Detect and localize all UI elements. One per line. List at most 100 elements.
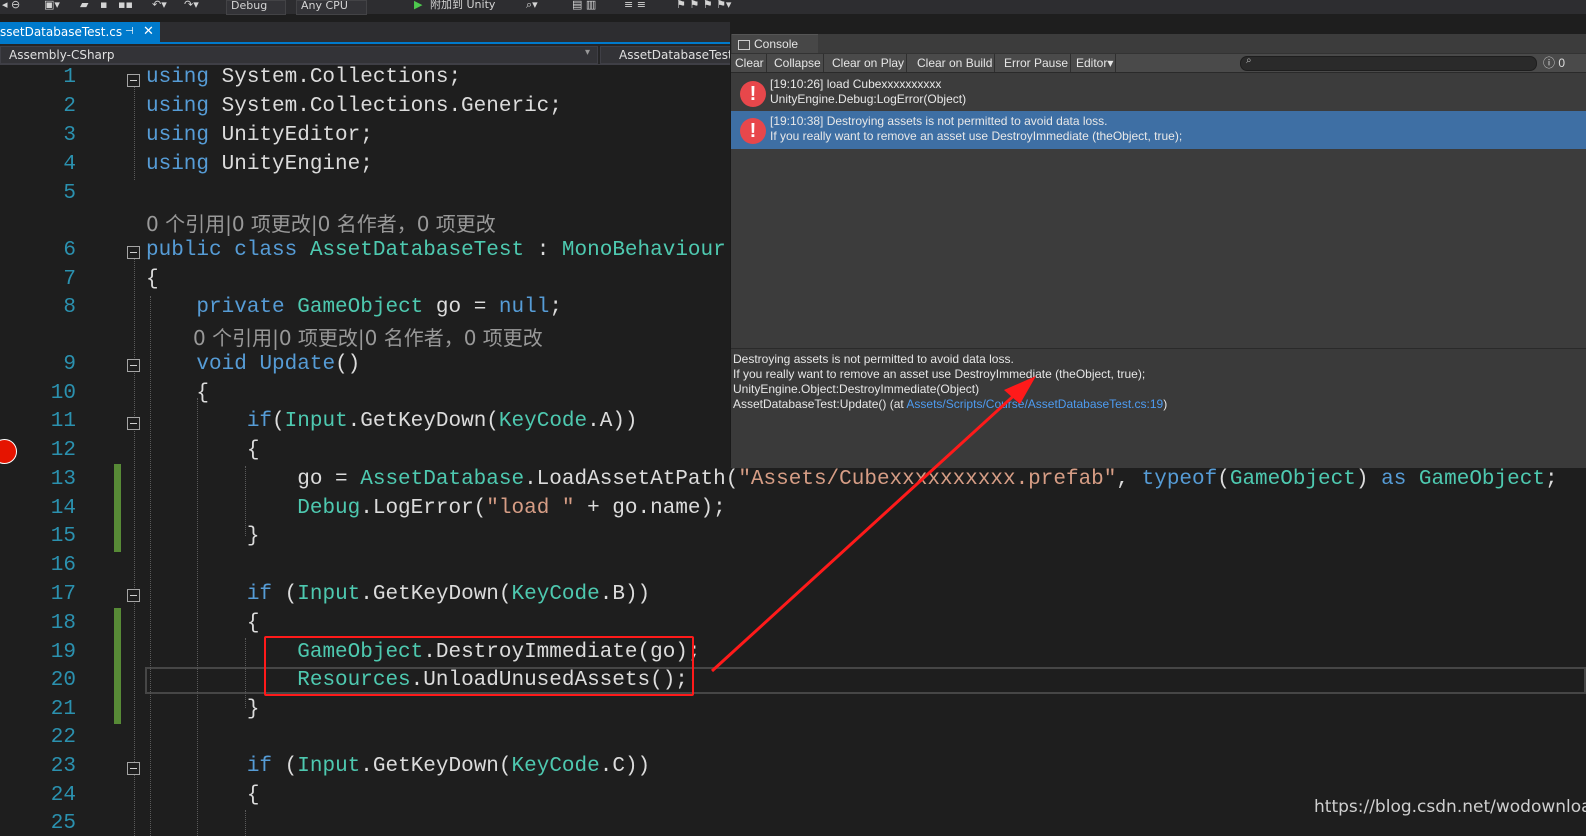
- close-icon[interactable]: ✕: [143, 22, 154, 42]
- line-number: 10: [50, 382, 76, 405]
- find-icon[interactable]: ⌕▾: [526, 0, 538, 13]
- codelens-info[interactable]: 0 个引用|0 项更改|0 名作者，0 项更改: [193, 322, 543, 351]
- error-pause-button[interactable]: Error Pause: [1002, 54, 1072, 72]
- collapse-icon[interactable]: [127, 589, 140, 602]
- code-line[interactable]: if(Input.GetKeyDown(KeyCode.A)): [146, 410, 638, 433]
- error-count-badge[interactable]: ⓘ 0: [1543, 54, 1565, 71]
- code-token: using: [146, 95, 210, 118]
- new-file-icon[interactable]: ▣▾: [44, 0, 60, 13]
- project-dropdown[interactable]: Assembly-CSharp ▾: [0, 46, 598, 64]
- code-token: if: [246, 583, 273, 606]
- class-scope-dropdown[interactable]: AssetDatabaseTest: [600, 46, 732, 64]
- collapse-icon[interactable]: [127, 762, 140, 775]
- save-icon[interactable]: ▪: [100, 0, 107, 13]
- play-icon[interactable]: ▶: [414, 0, 422, 13]
- code-line[interactable]: }: [146, 525, 260, 548]
- save-all-icon[interactable]: ▪▪: [118, 0, 133, 13]
- watermark: https://blog.csdn.net/wodownload2: [1314, 797, 1586, 817]
- code-line[interactable]: {: [146, 612, 260, 635]
- code-line[interactable]: using UnityEditor;: [146, 124, 373, 147]
- code-token: }: [146, 525, 260, 548]
- code-line[interactable]: {: [146, 439, 260, 462]
- breakpoint-icon[interactable]: [0, 439, 17, 464]
- console-tab-label: Console: [754, 37, 799, 51]
- redo-icon[interactable]: ↷▾: [184, 0, 199, 13]
- code-line[interactable]: if (Input.GetKeyDown(KeyCode.B)): [146, 583, 650, 606]
- line-number: 14: [50, 497, 76, 520]
- line-number: 9: [63, 353, 76, 376]
- code-line[interactable]: go = AssetDatabase.LoadAssetAtPath("Asse…: [146, 468, 1558, 491]
- code-token: ;: [1544, 468, 1558, 491]
- code-line[interactable]: {: [146, 784, 260, 807]
- code-token: GameObject: [1418, 468, 1545, 491]
- code-token: .B)): [599, 583, 651, 606]
- code-token: {: [146, 612, 260, 635]
- collapse-icon[interactable]: [127, 74, 140, 87]
- code-line[interactable]: }: [146, 698, 260, 721]
- code-token: System.Collections.Generic;: [209, 95, 562, 118]
- collapse-icon[interactable]: [127, 246, 140, 259]
- clear-on-build-button[interactable]: Clear on Build: [915, 54, 996, 72]
- outline-guide: [134, 256, 135, 836]
- code-line[interactable]: {: [146, 268, 159, 291]
- code-line[interactable]: Debug.LogError("load " + go.name);: [146, 497, 726, 520]
- attach-unity-button[interactable]: 附加到 Unity: [430, 0, 495, 13]
- code-line[interactable]: using System.Collections;: [146, 66, 461, 89]
- bookmark-icon[interactable]: ⚑ ⚑ ⚑ ⚑▾: [676, 0, 731, 13]
- editor-tab-strip: ssetDatabaseTest.cs ⊣ ✕: [0, 22, 730, 44]
- collapse-icon[interactable]: [127, 417, 140, 430]
- undo-icon[interactable]: ↶▾: [152, 0, 167, 13]
- code-line[interactable]: private GameObject go = null;: [146, 296, 562, 319]
- line-number: 22: [50, 726, 76, 749]
- line-number: 5: [63, 182, 76, 205]
- collapse-button[interactable]: Collapse: [772, 54, 824, 72]
- platform-select[interactable]: Any CPU: [296, 0, 367, 15]
- log-message: [19:10:38] Destroying assets is not perm…: [770, 114, 1182, 144]
- line-number: 1: [63, 66, 76, 89]
- code-token: Input: [284, 410, 348, 433]
- console-tab[interactable]: Console: [732, 34, 818, 54]
- annotation-box: [264, 636, 694, 696]
- collapse-icon[interactable]: [127, 359, 140, 372]
- console-detail-pane[interactable]: Destroying assets is not permitted to av…: [731, 348, 1586, 468]
- codelens-info[interactable]: 0 个引用|0 项更改|0 名作者，0 项更改: [146, 208, 496, 237]
- log-entry[interactable]: ! [19:10:26] load Cubexxxxxxxxxx UnityEn…: [731, 74, 1586, 112]
- code-line[interactable]: {: [146, 382, 209, 405]
- code-token: .GetKeyDown(: [347, 410, 499, 433]
- tab-assetdatabasetest[interactable]: ssetDatabaseTest.cs ⊣ ✕: [0, 22, 160, 42]
- code-token: using: [146, 124, 210, 147]
- code-token: .GetKeyDown(: [360, 755, 512, 778]
- source-file-link[interactable]: Assets/Scripts/Course/AssetDatabaseTest.…: [906, 397, 1163, 411]
- line-number: 13: [50, 468, 76, 491]
- code-token: :: [524, 239, 562, 262]
- line-number: 18: [50, 612, 76, 635]
- clear-on-play-button[interactable]: Clear on Play: [830, 54, 908, 72]
- code-token: .GetKeyDown(: [360, 583, 512, 606]
- layout-icon[interactable]: ▤ ▥: [572, 0, 596, 13]
- code-token: }: [146, 698, 260, 721]
- open-folder-icon[interactable]: ▰: [80, 0, 88, 13]
- editor-dropdown[interactable]: Editor▾: [1074, 54, 1117, 72]
- code-token: .LoadAssetAtPath(: [524, 468, 739, 491]
- line-number: 16: [50, 554, 76, 577]
- code-token: Debug: [297, 497, 361, 520]
- outdent-icon[interactable]: ≡ ≡: [624, 0, 646, 13]
- clear-button[interactable]: Clear: [733, 54, 767, 72]
- code-line[interactable]: using UnityEngine;: [146, 153, 373, 176]
- back-icon[interactable]: ◂ ⊖: [2, 0, 20, 13]
- console-search-input[interactable]: ⌕: [1240, 55, 1537, 71]
- code-token: (: [272, 583, 298, 606]
- code-line[interactable]: void Update(): [146, 353, 360, 376]
- code-token: void: [196, 353, 247, 376]
- code-line[interactable]: if (Input.GetKeyDown(KeyCode.C)): [146, 755, 650, 778]
- code-line[interactable]: public class AssetDatabaseTest : MonoBeh…: [146, 239, 726, 262]
- code-token: if: [246, 410, 273, 433]
- log-entry-selected[interactable]: ! [19:10:38] Destroying assets is not pe…: [731, 111, 1586, 149]
- code-line[interactable]: using System.Collections.Generic;: [146, 95, 562, 118]
- configuration-select[interactable]: Debug: [226, 0, 287, 15]
- pin-icon[interactable]: ⊣: [125, 22, 134, 42]
